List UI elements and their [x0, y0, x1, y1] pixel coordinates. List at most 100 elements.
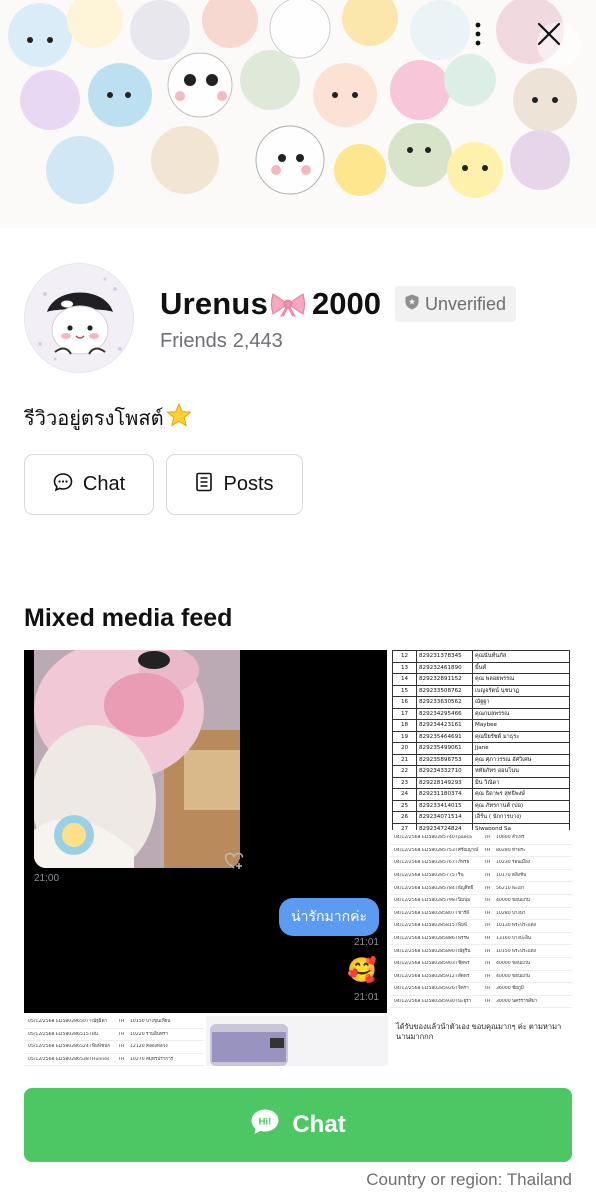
chat-bubble-icon — [53, 472, 73, 498]
list-cell: 05/12/2568 13:36 — [28, 1031, 56, 1037]
table-cell: 829228149293 — [416, 776, 473, 789]
list-cell: TH — [118, 1044, 125, 1050]
list-cell: บางปะอิน — [512, 936, 532, 942]
list-cell: รามอินทรา — [146, 1031, 169, 1037]
list-cell: ชัยภูมิ — [512, 986, 524, 992]
table-cell: 829231378345 — [416, 650, 473, 663]
list-item: 05/12/2568 13:36ED580286515THฝน TH 10220รา… — [24, 1029, 204, 1042]
list-cell: ธัญสิทธิ์ — [458, 885, 474, 891]
feed-tile-chat-screenshot[interactable]: 21:00 น่ารักมากค่ะ 21:01 🥰 21:01 — [24, 650, 387, 1013]
table-cell: 12 — [392, 650, 417, 663]
list-cell: ท่าพระ — [512, 847, 526, 853]
list-item: 04/12/2568 14:32ED580285740THpaesa TH 1060… — [390, 832, 572, 845]
status-message: รีวิวอยู่ตรงโพสต์ — [24, 402, 192, 434]
posts-button[interactable]: Posts — [166, 454, 303, 515]
friends-number: 2,443 — [232, 330, 283, 352]
table-cell: หทัยภัทร อ่อนโนน — [472, 765, 570, 778]
list-cell: คลองหลวง — [146, 1044, 168, 1050]
list-item: 04/12/2568 14:46ED580285926THจิตรา TH 3600… — [390, 983, 572, 996]
table-cell: Jjane — [472, 742, 570, 755]
list-cell: 04/12/2568 14:34 — [394, 885, 422, 891]
verification-badge[interactable]: Unverified — [394, 286, 517, 322]
feed-tile-tracking-table[interactable]: 12 829231378345 คุณนันท์นภัส 13 829232461890… — [390, 650, 572, 830]
list-cell: 04/12/2568 14:45 — [394, 961, 422, 967]
table-cell: 19 — [392, 730, 417, 743]
table-cell: มิ้นท์ — [472, 661, 570, 674]
table-row: 23 829228149293 มีน วิณิดา — [392, 776, 570, 789]
list-cell: นครราชสีมา — [512, 999, 538, 1005]
list-cell: ณัฐริน — [458, 948, 471, 954]
table-row: 17 829234295466 คุณกมลพรรณ — [392, 707, 570, 720]
primary-chat-button[interactable]: Hi! Chat — [24, 1088, 572, 1162]
table-row: 14 829232891152 คุณ พลอยพรรณ — [392, 673, 570, 686]
table-cell: 14 — [392, 673, 417, 686]
list-cell: รอนเมือง — [512, 860, 530, 866]
region-info: Country or region: Thailand — [366, 1170, 572, 1190]
list-cell: พรรษ — [458, 936, 469, 942]
list-cell: 04/12/2568 14:33 — [394, 860, 422, 866]
profile-avatar[interactable] — [24, 263, 134, 373]
list-cell: Hunnes — [92, 1057, 110, 1063]
list-cell: TH — [484, 860, 491, 866]
list-cell: ริน — [458, 873, 464, 879]
list-cell: 04/12/2568 14:44 — [394, 936, 422, 942]
list-cell: ส้าเหร่ — [512, 835, 525, 841]
chat-button[interactable]: Chat — [24, 454, 154, 515]
table-cell: 18 — [392, 719, 417, 732]
list-cell: ED580285886TH — [422, 936, 458, 942]
table-cell: คุณ ศุภาวรรณ อัศวิเศษ — [472, 753, 570, 766]
table-row: 19 829235464691 คุณปิยรัชต์ มาธุระ — [392, 730, 570, 743]
table-cell: 27 — [392, 822, 417, 830]
table-row: 12 829231378345 คุณนันท์นภัส — [392, 650, 570, 663]
list-cell: ณัฐธิดา — [92, 1019, 108, 1025]
table-cell: 13 — [392, 661, 417, 674]
cover-image — [0, 0, 596, 228]
list-item: 04/12/2568 14:44ED580285886THพรรษ TH 13160… — [390, 933, 572, 946]
plush-photo — [34, 650, 240, 868]
list-item: 05/12/2568 13:36ED580286507THณัฐธิดา TH 10… — [24, 1016, 204, 1029]
table-cell: Siwapond Sa — [472, 822, 570, 830]
list-cell: TH — [484, 923, 491, 929]
list-cell: พระประแดง — [512, 923, 537, 929]
list-cell: 04/12/2568 14:34 — [394, 898, 422, 904]
more-options-button[interactable] — [475, 22, 519, 66]
svg-text:Hi!: Hi! — [259, 1116, 272, 1127]
feed-tile-shipping-strip[interactable]: 05/12/2568 13:36ED580286507THณัฐธิดา TH 10… — [24, 1016, 204, 1066]
table-cell: 829231180374 — [416, 788, 473, 801]
table-row: 16 829233630562 ณัฐฐา — [392, 696, 570, 709]
list-cell: ED580285930TH — [422, 999, 458, 1005]
list-cell: ศรัณญาณ์ — [458, 847, 479, 853]
list-cell: 04/12/2568 14:33 — [394, 873, 422, 879]
region-value: Thailand — [506, 1170, 572, 1189]
table-row: 20 829235499061 Jjane — [392, 742, 570, 755]
feed-section-title: Mixed media feed — [24, 604, 233, 632]
list-item: 04/12/2568 14:34ED580285784THธัญสิทธิ์ TH… — [390, 882, 572, 895]
list-cell: TH — [484, 961, 491, 967]
feed-tile-review-note[interactable]: ได้รับของแล้วน้าตัวเอง ขอบคุณมากๆ ค่ะ ตา… — [390, 1016, 572, 1066]
tracking-table: 12 829231378345 คุณนันท์นภัส 13 829232461890… — [392, 650, 570, 830]
list-cell: ED580285740TH — [422, 835, 458, 841]
table-cell: 829233630562 — [416, 696, 473, 709]
table-cell: ณัฐฐา — [472, 696, 570, 709]
feed-tile-shipping-list[interactable]: 04/12/2568 14:32ED580285740THpaesa TH 1060… — [390, 832, 572, 1012]
table-cell: 829233508762 — [416, 684, 473, 697]
list-item: 04/12/2568 14:34ED580285798THนิ่มนุ่ม TH 4… — [390, 895, 572, 908]
heart-react-icon[interactable] — [224, 852, 244, 875]
document-icon — [195, 472, 213, 498]
list-cell: 10150 — [130, 1019, 145, 1025]
table-row: 24 829231180374 คุณ ธิดาพร สุทธิพงษ์ — [392, 788, 570, 801]
table-cell: คุณ ภัทรกานต์ (ปอ) — [472, 799, 570, 812]
list-cell: 10230 — [496, 860, 511, 866]
table-cell: คุณ พลอยพรรณ — [472, 673, 570, 686]
table-row: 21 829235896753 คุณ ศุภาวรรณ อัศวิเศษ — [392, 753, 570, 766]
table-row: 26 829234071514 เอ็ร์น ( นักการบาง) — [392, 811, 570, 824]
close-button[interactable] — [537, 22, 581, 66]
feed-tile-parcel-photo[interactable] — [206, 1016, 388, 1066]
list-cell: สัดพร — [458, 973, 470, 979]
list-cell: 40000 — [496, 898, 511, 904]
list-cell: 40000 — [496, 973, 511, 979]
list-cell: บางนา — [512, 910, 526, 916]
list-cell: TH — [484, 936, 491, 942]
table-cell: 20 — [392, 742, 417, 755]
verification-badge-label: Unverified — [424, 293, 507, 314]
